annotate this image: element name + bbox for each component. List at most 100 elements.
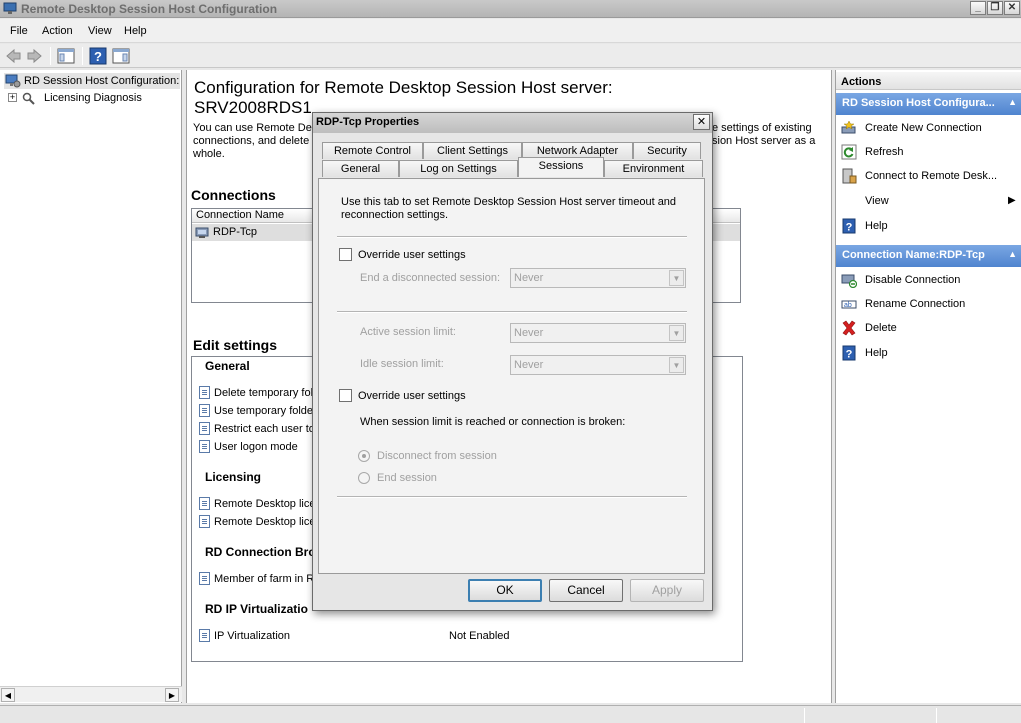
ok-button[interactable]: OK bbox=[468, 579, 542, 602]
dialog-close-icon[interactable]: ✕ bbox=[693, 114, 710, 130]
dialog-title: RDP-Tcp Properties bbox=[313, 113, 712, 133]
apply-button[interactable]: Apply bbox=[630, 579, 704, 602]
server-name: SRV2008RDS1 bbox=[194, 98, 312, 117]
submenu-arrow-icon: ▶ bbox=[1008, 195, 1016, 206]
setting-doc-icon bbox=[199, 386, 210, 399]
connection-icon bbox=[195, 227, 209, 238]
override-user-settings-checkbox-1[interactable] bbox=[339, 248, 352, 261]
list-item[interactable]: User logon mode bbox=[199, 440, 298, 454]
setting-doc-icon bbox=[199, 515, 210, 528]
edit-settings-heading: Edit settings bbox=[193, 337, 278, 353]
create-new-connection-action[interactable]: Create New Connection bbox=[841, 119, 1016, 137]
window-title: Remote Desktop Session Host Configuratio… bbox=[21, 2, 278, 16]
separator-line bbox=[337, 236, 687, 238]
title-bar: Remote Desktop Session Host Configuratio… bbox=[0, 0, 1021, 18]
show-hide-action-pane-icon[interactable] bbox=[112, 47, 130, 65]
disconnect-from-session-label: Disconnect from session bbox=[377, 450, 497, 462]
scroll-left-icon[interactable]: ◀ bbox=[1, 688, 15, 702]
list-item[interactable]: Restrict each user to bbox=[199, 422, 315, 436]
list-item[interactable]: Delete temporary fol bbox=[199, 386, 313, 400]
menu-view[interactable]: View bbox=[88, 25, 112, 37]
tab-log-on-settings[interactable]: Log on Settings bbox=[399, 160, 518, 177]
disconnect-from-session-radio[interactable] bbox=[358, 450, 370, 462]
delete-action[interactable]: Delete bbox=[841, 319, 1016, 337]
svg-text:ab: ab bbox=[844, 302, 852, 309]
menu-action[interactable]: Action bbox=[42, 25, 73, 37]
delete-red-x-icon bbox=[842, 320, 856, 336]
list-item[interactable]: Member of farm in R bbox=[199, 572, 314, 586]
list-item[interactable]: IP Virtualization bbox=[199, 629, 290, 643]
create-connection-icon bbox=[841, 120, 856, 134]
actions-group-rd-session-host[interactable]: RD Session Host Configura... ▲ bbox=[836, 93, 1021, 115]
actions-group-connection[interactable]: Connection Name:RDP-Tcp ▲ bbox=[836, 245, 1021, 267]
override-user-settings-label-1: Override user settings bbox=[358, 249, 466, 261]
end-disconnected-session-select[interactable]: Never ▼ bbox=[510, 268, 686, 288]
help-action[interactable]: ? Help bbox=[841, 344, 1016, 362]
tree-horizontal-scrollbar[interactable]: ◀ ▶ bbox=[0, 686, 182, 702]
toolbar-separator bbox=[50, 47, 51, 65]
tab-environment[interactable]: Environment bbox=[604, 160, 703, 177]
help-icon: ? bbox=[842, 345, 856, 361]
dropdown-arrow-icon: ▼ bbox=[669, 325, 684, 341]
group-rd-connection-broker-title: RD Connection Bro bbox=[205, 545, 316, 559]
console-tree bbox=[0, 70, 182, 703]
tab-client-settings[interactable]: Client Settings bbox=[423, 142, 522, 159]
forward-arrow-icon[interactable] bbox=[26, 47, 44, 65]
cancel-button[interactable]: Cancel bbox=[549, 579, 623, 602]
group-rd-ip-virtualization-title: RD IP Virtualizatio bbox=[205, 602, 308, 616]
licensing-diagnosis-icon bbox=[22, 92, 35, 105]
actions-header: Actions bbox=[836, 72, 1021, 90]
restore-button[interactable]: ❐ bbox=[987, 1, 1003, 15]
disable-connection-action[interactable]: Disable Connection bbox=[841, 271, 1016, 289]
show-hide-tree-icon[interactable] bbox=[57, 47, 75, 65]
rds-app-icon bbox=[3, 2, 17, 14]
tab-remote-control[interactable]: Remote Control bbox=[322, 142, 423, 159]
group-licensing-title: Licensing bbox=[205, 470, 262, 484]
list-item[interactable]: Remote Desktop lice bbox=[199, 497, 316, 511]
collapse-up-icon[interactable]: ▲ bbox=[1008, 97, 1017, 107]
view-action[interactable]: View ▶ bbox=[841, 192, 1016, 210]
list-item[interactable]: Remote Desktop lice bbox=[199, 515, 316, 529]
expand-plus-icon[interactable]: + bbox=[8, 93, 17, 102]
when-limit-reached-label: When session limit is reached or connect… bbox=[360, 416, 626, 428]
help-icon[interactable]: ? bbox=[89, 47, 107, 65]
description-left: You can use Remote De connections, and d… bbox=[193, 122, 312, 160]
dropdown-arrow-icon: ▼ bbox=[669, 357, 684, 373]
active-session-limit-select[interactable]: Never ▼ bbox=[510, 323, 686, 343]
status-bar bbox=[0, 705, 1021, 723]
back-arrow-icon[interactable] bbox=[4, 47, 22, 65]
list-item[interactable]: Use temporary folder bbox=[199, 404, 317, 418]
connect-server-icon bbox=[842, 168, 857, 184]
tab-general[interactable]: General bbox=[322, 160, 399, 177]
tree-root-label: RD Session Host Configuration: bbox=[24, 75, 180, 87]
toolbar-separator bbox=[82, 47, 83, 65]
collapse-up-icon[interactable]: ▲ bbox=[1008, 249, 1017, 259]
group-general-title: General bbox=[205, 359, 250, 373]
end-session-label: End session bbox=[377, 472, 437, 484]
override-user-settings-checkbox-2[interactable] bbox=[339, 389, 352, 402]
menu-help[interactable]: Help bbox=[124, 25, 147, 37]
setting-doc-icon bbox=[199, 572, 210, 585]
svg-text:?: ? bbox=[94, 49, 102, 64]
help-icon: ? bbox=[842, 218, 856, 234]
tree-root-node[interactable]: RD Session Host Configuration: bbox=[4, 73, 180, 89]
menu-file[interactable]: File bbox=[10, 25, 28, 37]
help-action[interactable]: ? Help bbox=[841, 217, 1016, 235]
actions-group-title: RD Session Host Configura... bbox=[842, 97, 995, 109]
close-button[interactable]: ✕ bbox=[1004, 1, 1020, 15]
actions-group-title: Connection Name:RDP-Tcp bbox=[842, 249, 985, 261]
minimize-button[interactable]: _ bbox=[970, 1, 986, 15]
status-separator bbox=[936, 708, 937, 723]
override-user-settings-label-2: Override user settings bbox=[358, 390, 466, 402]
refresh-action[interactable]: Refresh bbox=[841, 143, 1016, 161]
rename-connection-action[interactable]: ab Rename Connection bbox=[841, 295, 1016, 313]
tree-child-label: Licensing Diagnosis bbox=[44, 92, 142, 104]
tab-sessions[interactable]: Sessions bbox=[518, 157, 604, 177]
end-session-radio[interactable] bbox=[358, 472, 370, 484]
idle-session-limit-select[interactable]: Never ▼ bbox=[510, 355, 686, 375]
column-connection-name: Connection Name bbox=[196, 209, 285, 221]
scroll-right-icon[interactable]: ▶ bbox=[165, 688, 179, 702]
tab-security[interactable]: Security bbox=[633, 142, 701, 159]
connect-to-remote-desktop-action[interactable]: Connect to Remote Desk... bbox=[841, 167, 1016, 185]
end-disconnected-session-label: End a disconnected session: bbox=[360, 272, 501, 284]
